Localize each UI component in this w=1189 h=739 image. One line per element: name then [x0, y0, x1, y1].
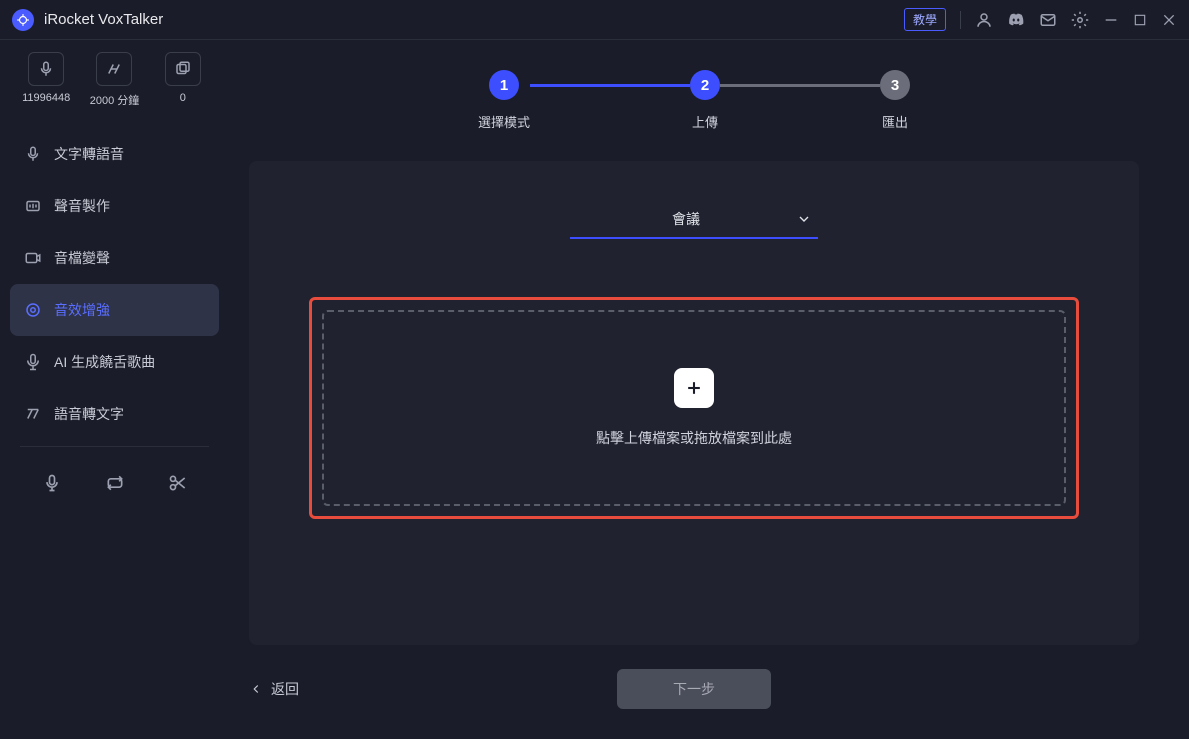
separator [20, 446, 209, 447]
settings-icon[interactable] [1071, 11, 1089, 29]
upload-dropzone[interactable]: 點擊上傳檔案或拖放檔案到此處 [322, 310, 1066, 506]
app-title: iRocket VoxTalker [44, 11, 904, 28]
titlebar: iRocket VoxTalker 教學 [0, 0, 1189, 40]
step-number: 3 [880, 70, 910, 100]
step-2: 2 上傳 [690, 70, 720, 131]
nav-label: AI 生成饒舌歌曲 [54, 352, 155, 372]
content-area: 1 選擇模式 2 上傳 3 匯出 會議 [229, 40, 1189, 739]
step-label: 上傳 [692, 112, 718, 131]
mode-select[interactable]: 會議 [570, 201, 818, 239]
footer-row: 返回 下一步 [249, 669, 1139, 709]
cut-icon[interactable] [168, 473, 188, 498]
select-value: 會議 [576, 209, 796, 229]
nav-label: 聲音製作 [54, 196, 110, 216]
step-label: 匯出 [882, 112, 908, 131]
mail-icon[interactable] [1039, 11, 1057, 29]
step-1: 1 選擇模式 [478, 70, 530, 131]
nav-label: 音效增強 [54, 300, 110, 320]
minimize-icon[interactable] [1103, 12, 1119, 28]
bottom-tools [10, 463, 219, 508]
loop-icon[interactable] [105, 473, 125, 498]
nav-label: 音檔變聲 [54, 248, 110, 268]
nav-text-to-speech[interactable]: 文字轉語音 [10, 128, 219, 180]
back-button[interactable]: 返回 [249, 679, 299, 699]
back-label: 返回 [271, 679, 299, 699]
step-label: 選擇模式 [478, 112, 530, 131]
stat-characters[interactable]: 11996448 [16, 52, 76, 108]
chevron-down-icon [796, 211, 812, 227]
step-number: 2 [690, 70, 720, 100]
nav-label: 文字轉語音 [54, 144, 124, 164]
nav-audio-enhance[interactable]: 音效增強 [10, 284, 219, 336]
record-icon[interactable] [42, 473, 62, 498]
upload-plus-button[interactable] [674, 368, 714, 408]
chevron-left-icon [249, 682, 263, 696]
nav-speech-to-text[interactable]: 語音轉文字 [10, 388, 219, 440]
stepper: 1 選擇模式 2 上傳 3 匯出 [249, 70, 1139, 131]
stat-minutes[interactable]: 2000 分鐘 [84, 52, 144, 108]
next-button[interactable]: 下一步 [617, 669, 771, 709]
upload-panel: 會議 點擊上傳檔案或拖放檔案到此處 [249, 161, 1139, 645]
stat-count[interactable]: 0 [153, 52, 213, 108]
tutorial-button[interactable]: 教學 [904, 8, 946, 31]
upload-text: 點擊上傳檔案或拖放檔案到此處 [596, 428, 792, 448]
step-3: 3 匯出 [880, 70, 910, 131]
step-connector [720, 84, 880, 87]
nav-label: 語音轉文字 [54, 404, 124, 424]
nav-ai-rap[interactable]: AI 生成饒舌歌曲 [10, 336, 219, 388]
close-icon[interactable] [1161, 12, 1177, 28]
step-number: 1 [489, 70, 519, 100]
maximize-icon[interactable] [1133, 13, 1147, 27]
step-connector [530, 84, 690, 87]
sidebar: 11996448 2000 分鐘 0 文字轉語音 聲音製作 音檔變聲 音效增 [0, 40, 229, 739]
upload-highlight: 點擊上傳檔案或拖放檔案到此處 [309, 297, 1079, 519]
separator [960, 11, 961, 29]
nav-audio-change[interactable]: 音檔變聲 [10, 232, 219, 284]
user-icon[interactable] [975, 11, 993, 29]
stats-row: 11996448 2000 分鐘 0 [10, 52, 219, 108]
discord-icon[interactable] [1007, 11, 1025, 29]
nav-voice-creation[interactable]: 聲音製作 [10, 180, 219, 232]
app-logo [12, 9, 34, 31]
